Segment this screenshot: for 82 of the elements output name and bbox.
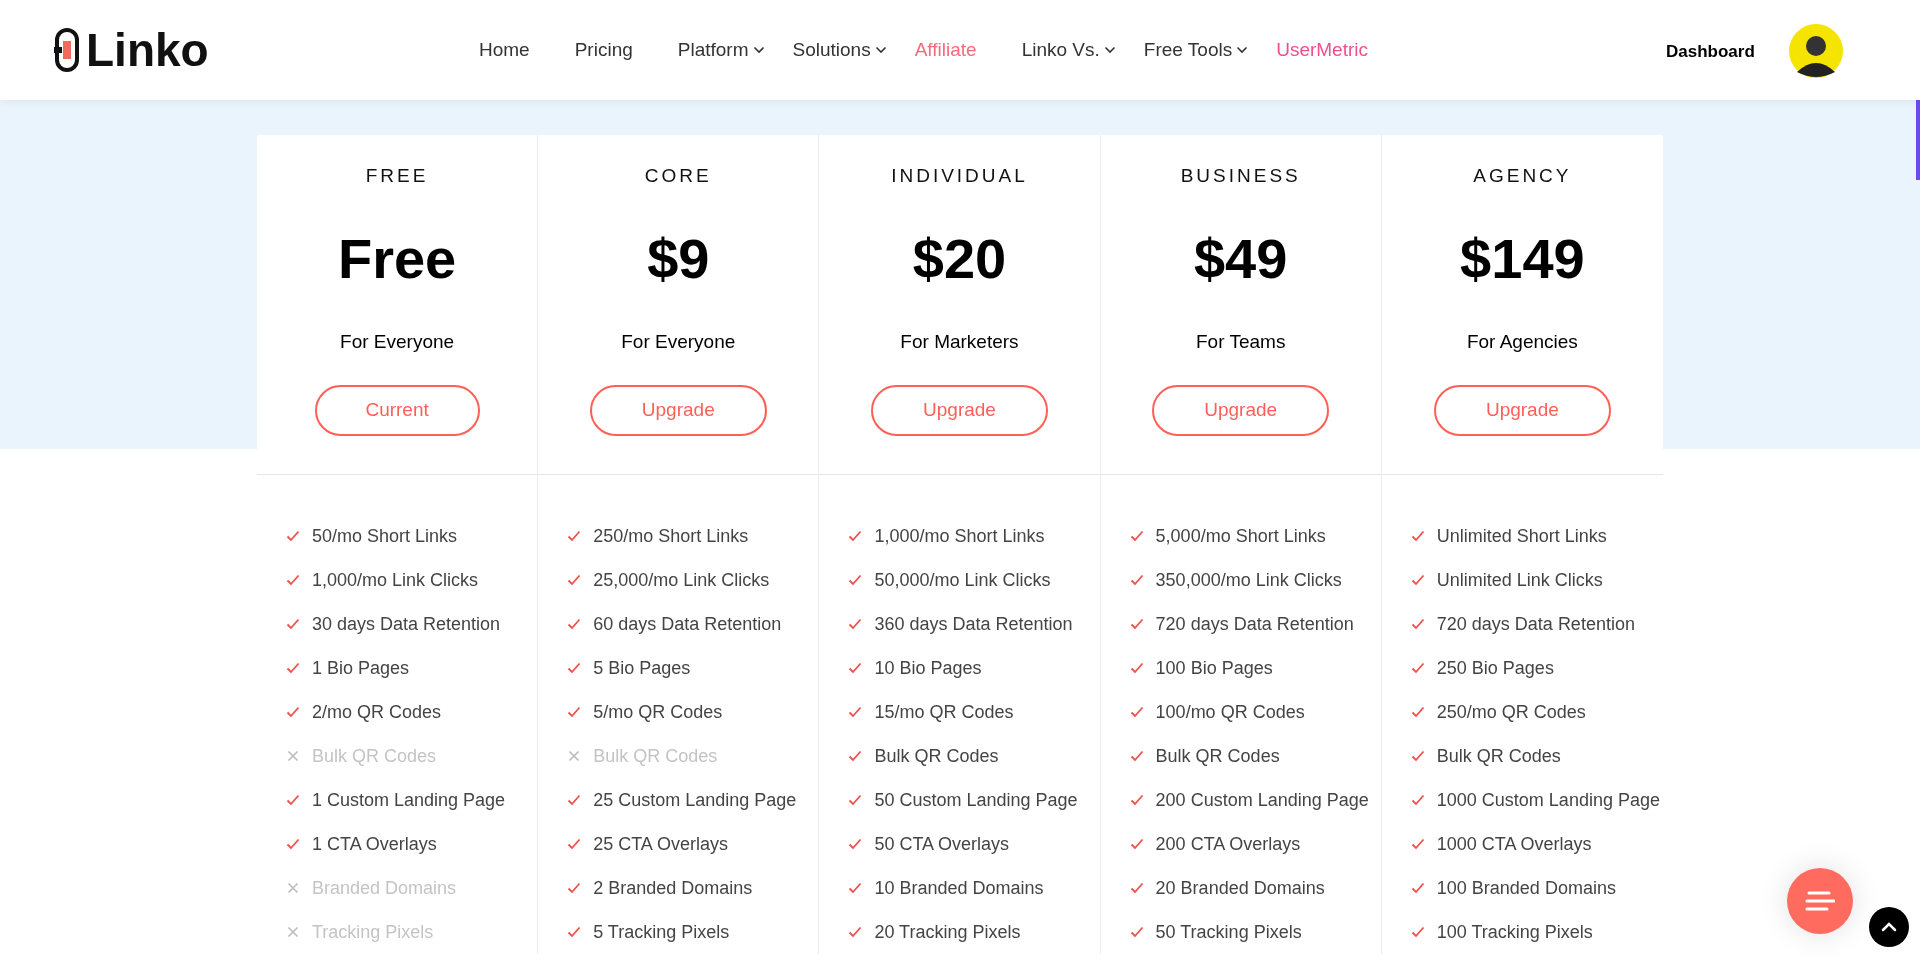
feature-text: Bulk QR Codes bbox=[312, 744, 437, 768]
feature-text: 25 Custom Landing Page bbox=[593, 788, 797, 812]
feature-text: 50/mo Short Links bbox=[312, 524, 458, 548]
logo-text[interactable]: Linko bbox=[86, 27, 209, 73]
dashboard-link[interactable]: Dashboard bbox=[1666, 39, 1755, 65]
feature-text: 50,000/mo Link Clicks bbox=[874, 568, 1051, 592]
feature-text: 2/mo QR Codes bbox=[312, 700, 442, 724]
feature-text: 1000 CTA Overlays bbox=[1436, 832, 1592, 856]
feature-text: Bulk QR Codes bbox=[593, 744, 718, 768]
feature-text: 100 Branded Domains bbox=[1436, 876, 1616, 900]
chevron-down-icon bbox=[752, 46, 765, 54]
feature-text: Tracking Pixels bbox=[312, 920, 434, 944]
feature-text: 50 Tracking Pixels bbox=[1155, 920, 1302, 944]
feature-text: 100 Bio Pages bbox=[1155, 656, 1273, 680]
feature-text: 60 days Data Retention bbox=[593, 612, 782, 636]
nav-link[interactable]: Pricing bbox=[574, 35, 633, 65]
plan-audience: For Agencies bbox=[1466, 329, 1578, 354]
feature-text: 1000 Custom Landing Page bbox=[1436, 788, 1660, 812]
feature-text: 20 Branded Domains bbox=[1155, 876, 1325, 900]
feature-text: 200 Custom Landing Page bbox=[1155, 788, 1369, 812]
plan-price: $149 bbox=[1460, 230, 1585, 287]
feature-text: 20 Tracking Pixels bbox=[874, 920, 1021, 944]
nav-link[interactable]: Home bbox=[479, 35, 530, 65]
feature-text: 250/mo Short Links bbox=[593, 524, 749, 548]
feature-text: 50 CTA Overlays bbox=[874, 832, 1010, 856]
plan-name: BUSINESS bbox=[1180, 164, 1301, 188]
nav-menu[interactable]: Solutions bbox=[792, 35, 887, 65]
feature-text: 100 Tracking Pixels bbox=[1436, 920, 1593, 944]
feature-text: 1,000/mo Link Clicks bbox=[312, 568, 479, 592]
feature-text: 100/mo QR Codes bbox=[1155, 700, 1305, 724]
feature-text: 250 Bio Pages bbox=[1436, 656, 1554, 680]
plan-name: INDIVIDUAL bbox=[891, 164, 1028, 188]
feature-text: 50 Custom Landing Page bbox=[874, 788, 1078, 812]
chevron-down-icon bbox=[874, 46, 887, 54]
logo-icon bbox=[54, 27, 80, 73]
feature-text: 30 days Data Retention bbox=[312, 612, 501, 636]
chevron-down-icon bbox=[1236, 46, 1249, 54]
plan-price: $49 bbox=[1193, 230, 1288, 287]
feature-text: 10 Bio Pages bbox=[874, 656, 982, 680]
feature-text: 360 days Data Retention bbox=[874, 612, 1073, 636]
feature-text: 250/mo QR Codes bbox=[1436, 700, 1586, 724]
feature-text: 1 Bio Pages bbox=[312, 656, 410, 680]
feature-text: Unlimited Short Links bbox=[1436, 524, 1607, 548]
plan-name: FREE bbox=[365, 164, 429, 188]
feature-text: 5,000/mo Short Links bbox=[1155, 524, 1326, 548]
plan-audience: For Marketers bbox=[900, 329, 1019, 354]
avatar[interactable] bbox=[1789, 24, 1843, 78]
plan-price: $9 bbox=[647, 230, 710, 287]
feature-text: 1,000/mo Short Links bbox=[874, 524, 1045, 548]
nav-menu[interactable]: Free Tools bbox=[1143, 35, 1249, 65]
plan-name: CORE bbox=[644, 164, 712, 188]
nav-menu[interactable]: Linko Vs. bbox=[1021, 35, 1116, 65]
feature-text: 720 days Data Retention bbox=[1155, 612, 1354, 636]
feature-text: Branded Domains bbox=[312, 876, 457, 900]
feature-text: Bulk QR Codes bbox=[1436, 744, 1561, 768]
scroll-top-button[interactable] bbox=[1869, 907, 1909, 947]
chevron-up-icon bbox=[1881, 922, 1897, 932]
feature-text: 720 days Data Retention bbox=[1436, 612, 1635, 636]
feature-text: 350,000/mo Link Clicks bbox=[1155, 568, 1342, 592]
plan-price: Free bbox=[337, 230, 457, 287]
feature-text: 15/mo QR Codes bbox=[874, 700, 1014, 724]
feature-text: Bulk QR Codes bbox=[1155, 744, 1280, 768]
plan-name: AGENCY bbox=[1473, 164, 1572, 188]
plan-audience: For Everyone bbox=[340, 329, 455, 354]
feature-text: 5/mo QR Codes bbox=[593, 700, 723, 724]
feature-text: 10 Branded Domains bbox=[874, 876, 1044, 900]
feature-text: Bulk QR Codes bbox=[874, 744, 999, 768]
feature-text: 5 Tracking Pixels bbox=[593, 920, 730, 944]
feature-text: 200 CTA Overlays bbox=[1155, 832, 1301, 856]
plan-audience: For Everyone bbox=[621, 329, 736, 354]
feature-text: 1 Custom Landing Page bbox=[312, 788, 506, 812]
chevron-down-icon bbox=[1103, 46, 1116, 54]
feature-text: Unlimited Link Clicks bbox=[1436, 568, 1603, 592]
feature-text: 1 CTA Overlays bbox=[312, 832, 437, 856]
feature-text: 5 Bio Pages bbox=[593, 656, 691, 680]
plan-price: $20 bbox=[912, 230, 1007, 287]
feature-text: 25,000/mo Link Clicks bbox=[593, 568, 770, 592]
plan-audience: For Teams bbox=[1196, 329, 1286, 354]
nav-menu[interactable]: Platform bbox=[677, 35, 765, 65]
menu-icon bbox=[1805, 891, 1835, 911]
feature-text: 2 Branded Domains bbox=[593, 876, 753, 900]
feature-text: 25 CTA Overlays bbox=[593, 832, 728, 856]
